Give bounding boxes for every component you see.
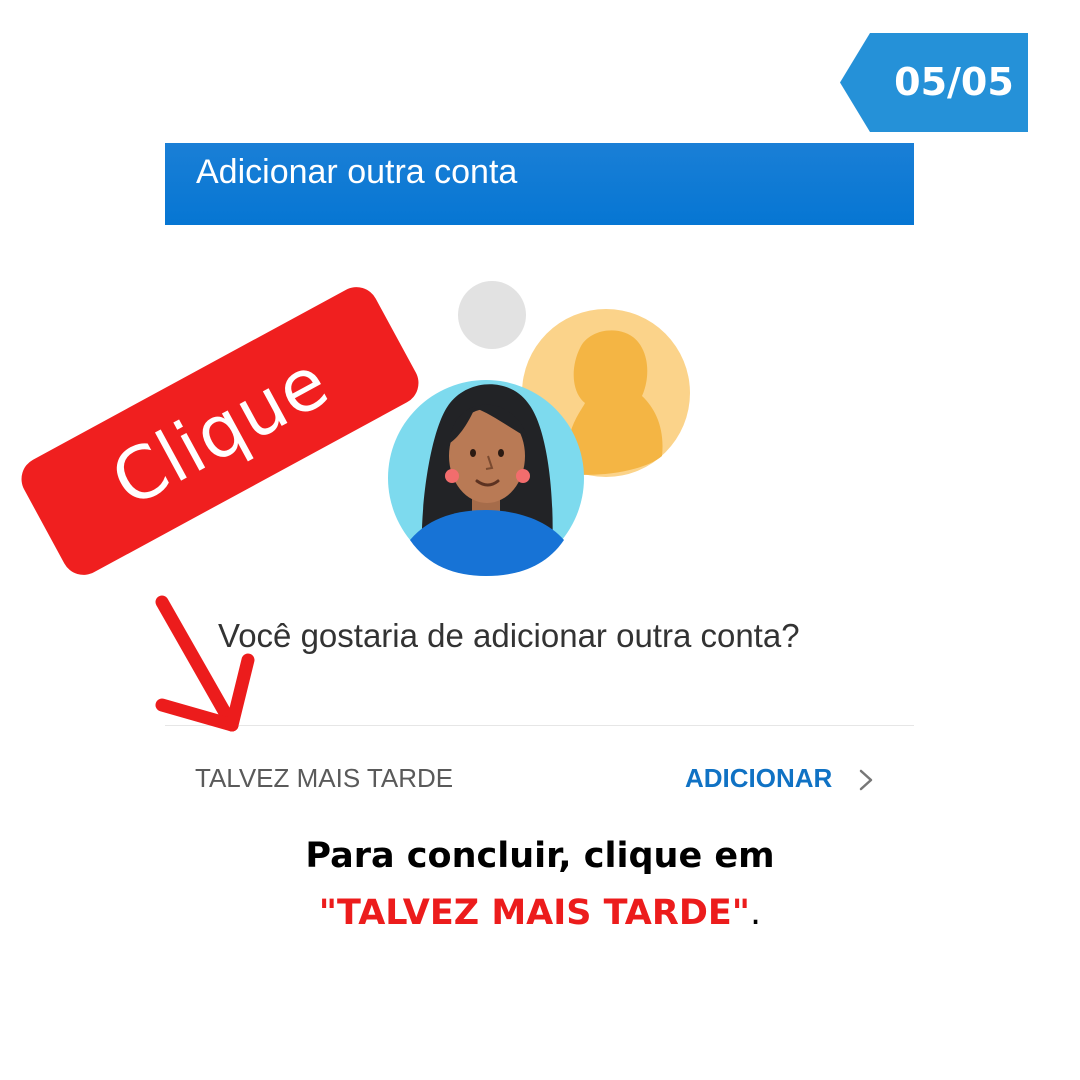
question-text: Você gostaria de adicionar outra conta? <box>218 617 800 654</box>
instruction-line2: "TALVEZ MAIS TARDE". <box>0 893 1080 933</box>
page-number-badge: 05/05 <box>840 33 1028 132</box>
instruction-line1: Para concluir, clique em <box>305 836 775 876</box>
accounts-illustration-icon <box>380 278 700 578</box>
arrow-down-right-icon <box>155 595 255 732</box>
header-title: Adicionar outra conta <box>196 153 518 191</box>
divider <box>165 725 914 726</box>
gray-circle-shape <box>458 281 526 349</box>
add-button[interactable]: ADICIONAR <box>685 763 832 794</box>
app-header: Adicionar outra conta <box>165 143 914 225</box>
page-number-text: 05/05 <box>894 60 1014 104</box>
chevron-right-icon[interactable] <box>857 766 877 794</box>
instruction-period: . <box>750 893 762 933</box>
callout-text: Clique aqui <box>98 338 372 619</box>
instruction-highlight: "TALVEZ MAIS TARDE" <box>318 893 751 933</box>
maybe-later-button[interactable]: TALVEZ MAIS TARDE <box>195 763 453 794</box>
click-here-callout: Clique aqui <box>13 279 427 619</box>
